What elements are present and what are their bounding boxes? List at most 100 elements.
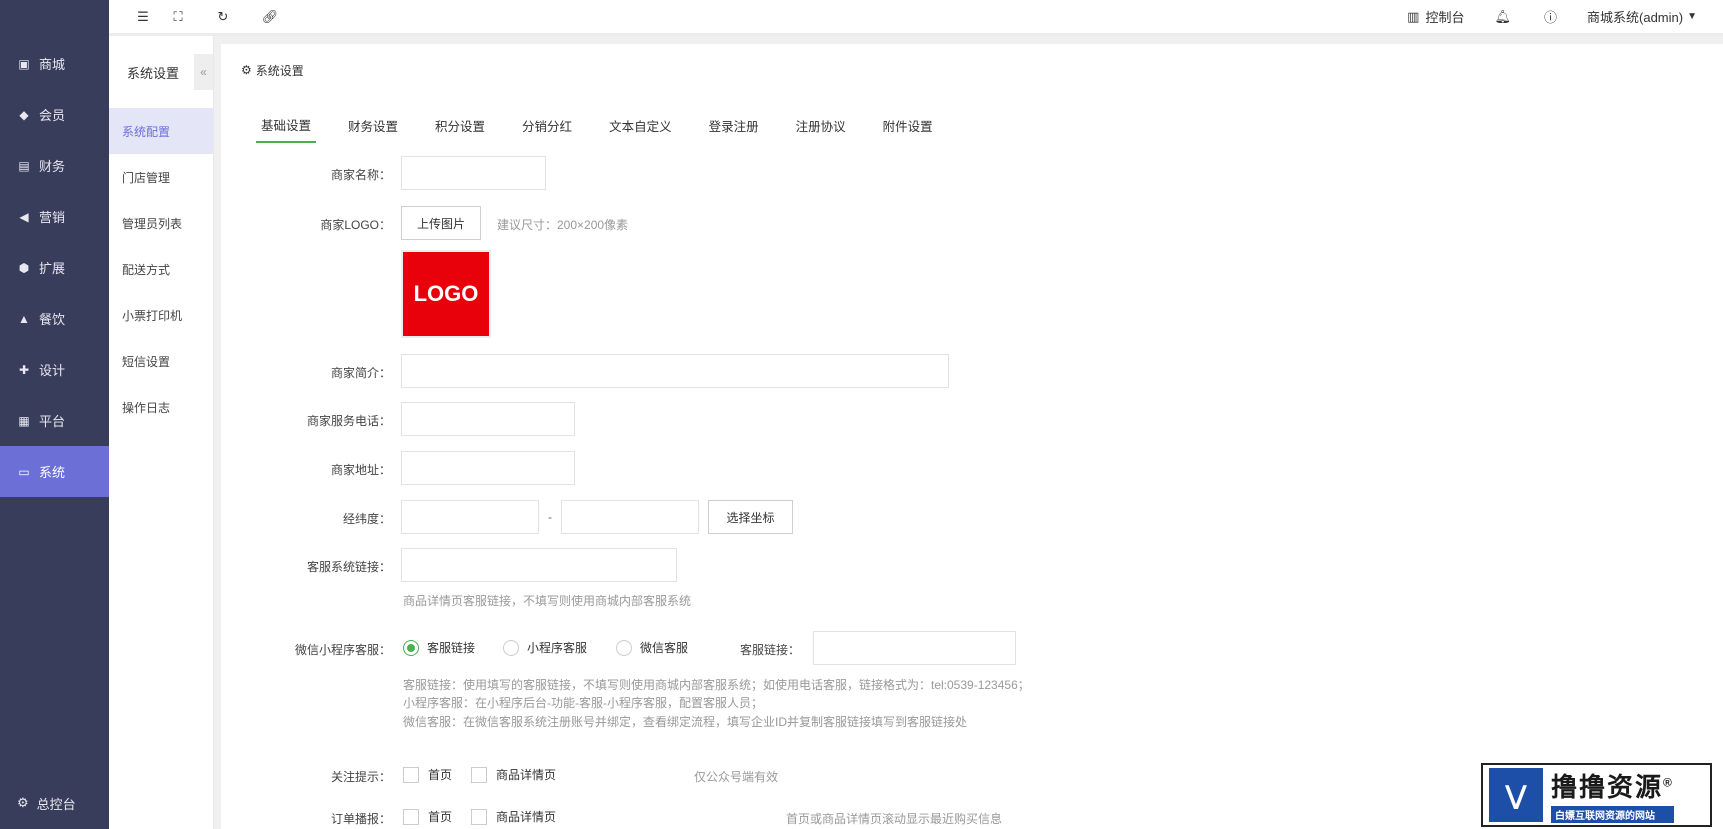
sub-item-delivery[interactable]: 配送方式 [109, 246, 213, 292]
radio-wechat-cs[interactable]: 微信客服 [616, 639, 688, 656]
main-panel: ⚙ 系统设置 基础设置 财务设置 积分设置 分销分红 文本自定义 登录注册 注册… [221, 44, 1723, 829]
order-home-checkbox[interactable]: 首页 [403, 808, 452, 825]
sidebar-item-catering[interactable]: ▲ 餐饮 [0, 293, 109, 344]
wx-cs-link-input[interactable] [813, 631, 1016, 665]
sidebar-item-label: 餐饮 [39, 312, 66, 327]
tab-basic[interactable]: 基础设置 [256, 108, 317, 143]
sidebar-item-console[interactable]: ⚙ 总控台 [0, 782, 109, 824]
sub-item-store-management[interactable]: 门店管理 [109, 154, 213, 200]
cs-link-label: 客服系统链接： [306, 560, 391, 574]
page-title: ⚙ 系统设置 [221, 44, 1723, 96]
sidebar-item-platform[interactable]: ▦ 平台 [0, 395, 109, 446]
sidebar-item-label: 营销 [39, 210, 66, 225]
order-label: 订单播报： [330, 812, 391, 826]
sub-item-sms[interactable]: 短信设置 [109, 338, 213, 384]
logo-preview-text: LOGO [413, 281, 479, 306]
select-coord-label: 选择坐标 [726, 510, 775, 525]
wx-cs-hint-3[interactable]: 微信客服：在微信客服系统注册账号并绑定，查看绑定流程，填写企业ID并复制客服链接… [403, 713, 967, 730]
sidebar-item-label: 系统 [39, 465, 66, 480]
dish-icon: ▲ [18, 311, 30, 326]
console-label: 控制台 [1425, 10, 1465, 25]
checkbox-box [471, 766, 487, 783]
logo-preview[interactable]: LOGO [401, 250, 491, 338]
upload-image-button[interactable]: 上传图片 [401, 206, 481, 240]
checkbox-box [471, 808, 487, 825]
checkbox-label: 首页 [428, 768, 453, 782]
tab-label: 文本自定义 [609, 120, 672, 134]
sub-item-admin-list[interactable]: 管理员列表 [109, 200, 213, 246]
shop-name-label: 商家名称： [330, 168, 391, 182]
watermark-title-text: 撸撸资源 [1551, 772, 1664, 802]
notification-button[interactable]: 🔔︎ [1494, 9, 1511, 25]
checkbox-label: 首页 [428, 810, 453, 824]
checkbox-box [403, 766, 419, 783]
sidebar-item-design[interactable]: ✚ 设计 [0, 344, 109, 395]
wx-cs-hint-1: 客服链接：使用填写的客服链接，不填写则使用商城内部客服系统；如使用电话客服，链接… [403, 678, 1030, 692]
refresh-icon[interactable]: ↻ [215, 9, 231, 25]
help-button[interactable]: ⓘ [1544, 7, 1557, 26]
tab-label: 登录注册 [708, 120, 759, 134]
select-coord-button[interactable]: 选择坐标 [708, 500, 793, 534]
cs-link-hint: 商品详情页客服链接，不填写则使用商城内部客服系统 [403, 594, 692, 608]
tab-distribution[interactable]: 分销分红 [517, 108, 577, 143]
bell-icon: 🔔︎ [1494, 8, 1511, 24]
watermark-text: 撸撸资源® 白嫖互联网资源的网站 [1551, 767, 1674, 823]
address-input[interactable] [401, 451, 575, 485]
sub-item-oplog[interactable]: 操作日志 [109, 384, 213, 430]
wx-cs-link-label: 客服链接： [740, 643, 801, 657]
tab-custom-text[interactable]: 文本自定义 [604, 108, 677, 143]
shop-icon: ▣ [18, 56, 30, 71]
sub-item-printer[interactable]: 小票打印机 [109, 292, 213, 338]
radio-label: 微信客服 [640, 641, 689, 655]
sidebar-item-label: 商城 [39, 57, 66, 72]
sidebar-item-extension[interactable]: ⬢ 扩展 [0, 242, 109, 293]
user-menu[interactable]: 商城系统(admin) ▼ [1587, 7, 1697, 26]
tab-agreement[interactable]: 注册协议 [791, 108, 851, 143]
registered-mark: ® [1663, 775, 1674, 790]
sub-sidebar: 系统设置 « 系统配置 门店管理 管理员列表 配送方式 小票打印机 短信设置 操… [109, 36, 214, 829]
radio-cs-link[interactable]: 客服链接 [403, 639, 475, 656]
collapse-button[interactable]: « [194, 54, 213, 90]
sidebar-item-system[interactable]: ▭ 系统 [0, 446, 109, 497]
shop-name-input[interactable] [401, 156, 546, 190]
megaphone-icon: ◀ [19, 209, 29, 224]
watermark-emblem: ⋁ [1489, 768, 1543, 822]
sub-item-label: 操作日志 [122, 400, 171, 415]
help-icon: ⓘ [1544, 10, 1558, 25]
phone-input[interactable] [401, 402, 575, 436]
link-icon[interactable]: 🔗︎ [262, 9, 279, 25]
intro-label: 商家简介： [330, 366, 391, 380]
sidebar-item-shop[interactable]: ▣ 商城 [0, 38, 109, 89]
sidebar-item-marketing[interactable]: ◀ 营销 [0, 191, 109, 242]
sidebar-item-finance[interactable]: ▤ 财务 [0, 140, 109, 191]
tab-label: 财务设置 [348, 120, 399, 134]
longitude-input[interactable] [401, 500, 539, 534]
intro-input[interactable] [401, 354, 949, 388]
sub-item-system-config[interactable]: 系统配置 [109, 108, 213, 154]
follow-hint: 仅公众号端有效 [694, 770, 779, 784]
tab-attachment[interactable]: 附件设置 [878, 108, 938, 143]
order-detail-checkbox[interactable]: 商品详情页 [471, 808, 556, 825]
fullscreen-icon[interactable]: ⛶ [170, 9, 186, 25]
cs-link-input[interactable] [401, 548, 677, 582]
sidebar-item-member[interactable]: ◆ 会员 [0, 89, 109, 140]
gear-icon: ⚙ [17, 795, 29, 810]
tab-finance[interactable]: 财务设置 [343, 108, 403, 143]
menu-toggle-icon[interactable]: ☰ [135, 9, 151, 25]
double-chevron-left-icon: « [200, 65, 207, 79]
tab-label: 基础设置 [261, 119, 312, 133]
latitude-input[interactable] [561, 500, 699, 534]
console-link[interactable]: ▥ 控制台 [1407, 7, 1464, 26]
gear-icon: ⚙ [241, 63, 252, 77]
tab-label: 分销分红 [522, 120, 573, 134]
finance-icon: ▤ [18, 158, 30, 173]
radio-dot [503, 639, 519, 656]
tab-points[interactable]: 积分设置 [430, 108, 490, 143]
logo-hint: 建议尺寸：200×200像素 [497, 218, 629, 232]
radio-miniprogram-cs[interactable]: 小程序客服 [503, 639, 587, 656]
follow-home-checkbox[interactable]: 首页 [403, 766, 452, 783]
coord-label: 经纬度： [342, 512, 391, 526]
tab-login-register[interactable]: 登录注册 [704, 108, 764, 143]
wx-cs-label: 微信小程序客服： [294, 643, 391, 657]
follow-detail-checkbox[interactable]: 商品详情页 [471, 766, 556, 783]
